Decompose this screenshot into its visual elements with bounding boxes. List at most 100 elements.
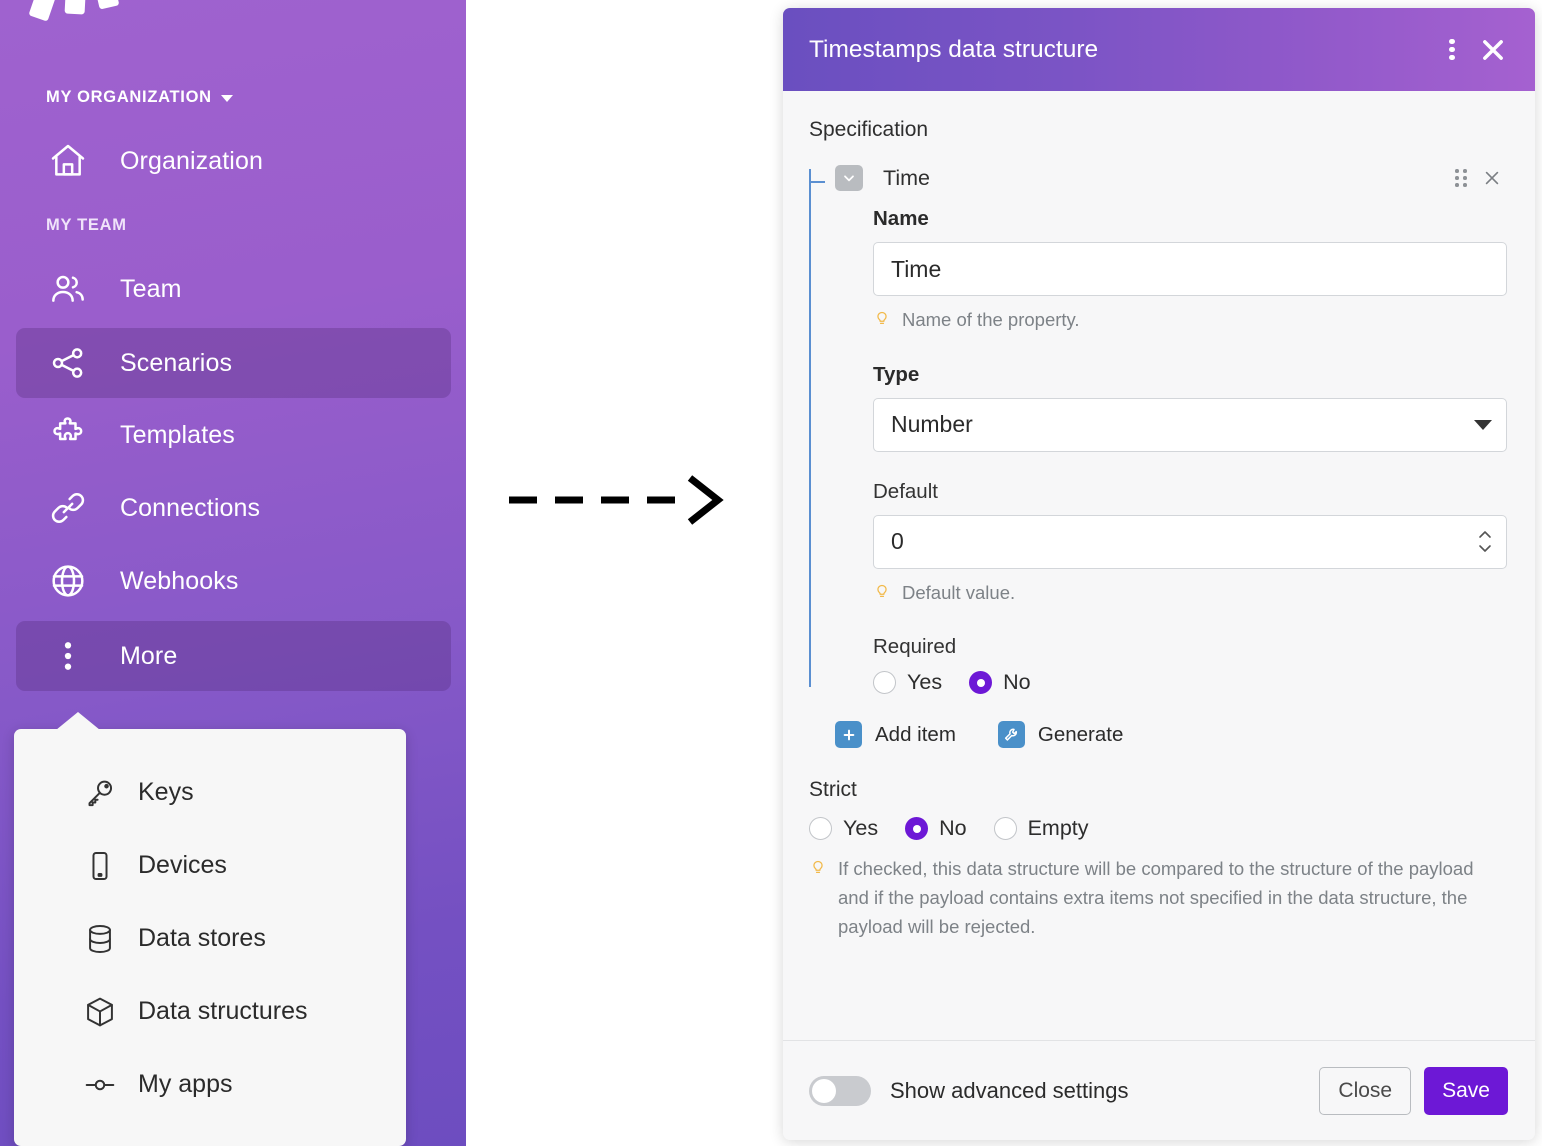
- menu-item-my-apps[interactable]: My apps: [14, 1048, 406, 1121]
- sidebar-item-label: Webhooks: [120, 566, 239, 595]
- required-option-label: No: [1003, 670, 1031, 695]
- sidebar-item-webhooks[interactable]: Webhooks: [16, 546, 451, 616]
- advanced-settings-toggle[interactable]: [809, 1075, 871, 1106]
- kebab-icon: [42, 636, 94, 676]
- default-field-label: Default: [873, 479, 938, 503]
- strict-hint-text: If checked, this data structure will be …: [838, 858, 1474, 937]
- strict-radio-group: Yes No Empty: [809, 816, 1507, 841]
- tree-connector-stub: [809, 181, 825, 183]
- chevron-down-icon: [220, 95, 233, 102]
- sidebar-item-organization[interactable]: Organization: [16, 126, 451, 196]
- link-icon: [42, 488, 94, 528]
- default-field-hint: Default value.: [873, 579, 1507, 608]
- spec-item-header: Time: [835, 161, 1507, 195]
- menu-item-label: Data stores: [138, 924, 266, 952]
- strict-label: Strict: [809, 778, 857, 802]
- strict-option-label: Empty: [1027, 816, 1089, 841]
- required-radio-group: Yes No: [873, 670, 1507, 695]
- close-button[interactable]: Close: [1319, 1066, 1412, 1115]
- menu-item-label: Devices: [138, 851, 227, 879]
- radio-circle-icon: [809, 817, 832, 841]
- organization-selector[interactable]: MY ORGANIZATION: [46, 88, 233, 107]
- menu-item-data-structures[interactable]: Data structures: [14, 975, 406, 1048]
- tree-connector-line: [809, 169, 811, 688]
- modal-title: Timestamps data structure: [809, 35, 1099, 63]
- required-option-yes[interactable]: Yes: [873, 670, 942, 695]
- sidebar-item-label: More: [120, 641, 178, 670]
- strict-option-yes[interactable]: Yes: [809, 816, 878, 841]
- sidebar-item-label: Scenarios: [120, 348, 233, 377]
- caret-down-icon: [1474, 419, 1492, 430]
- radio-circle-icon: [873, 671, 896, 695]
- key-icon: [72, 776, 128, 810]
- generate-button[interactable]: Generate: [997, 721, 1124, 749]
- plus-icon: [835, 721, 862, 749]
- spec-actions: Add item Generate: [809, 721, 1507, 749]
- chevron-down-icon[interactable]: [835, 165, 863, 191]
- required-option-label: Yes: [907, 670, 943, 695]
- radio-circle-selected-icon: [969, 671, 993, 695]
- wrench-icon: [997, 721, 1025, 749]
- name-input-value: Time: [891, 255, 942, 282]
- sidebar-item-label: Team: [120, 274, 182, 303]
- type-select-value: Number: [891, 411, 973, 438]
- menu-item-label: Data structures: [138, 997, 308, 1025]
- name-field-hint: Name of the property.: [873, 306, 1507, 335]
- modal-body: Specification Time Name Time Name of the…: [783, 91, 1535, 1040]
- organization-selector-label: MY ORGANIZATION: [46, 88, 212, 106]
- sidebar-item-more[interactable]: More: [16, 621, 451, 691]
- device-icon: [72, 849, 128, 883]
- popup-arrow: [56, 712, 100, 730]
- required-option-no[interactable]: No: [969, 670, 1031, 695]
- name-input[interactable]: Time: [873, 242, 1507, 296]
- node-icon: [72, 1068, 128, 1102]
- save-button[interactable]: Save: [1424, 1066, 1508, 1115]
- close-icon[interactable]: [1479, 36, 1507, 64]
- lightbulb-icon: [873, 581, 891, 606]
- modal-footer: Show advanced settings Close Save: [783, 1040, 1535, 1140]
- sidebar-item-label: Organization: [120, 146, 263, 175]
- globe-icon: [42, 561, 94, 601]
- default-field-hint-text: Default value.: [902, 581, 1016, 603]
- sidebar-item-scenarios[interactable]: Scenarios: [16, 328, 451, 398]
- home-icon: [42, 141, 94, 181]
- name-field-hint-text: Name of the property.: [902, 309, 1080, 330]
- strict-option-no[interactable]: No: [905, 816, 967, 841]
- generate-label: Generate: [1037, 722, 1124, 746]
- required-field-label: Required: [873, 635, 957, 659]
- cube-icon: [72, 995, 128, 1029]
- people-icon: [42, 269, 94, 309]
- radio-circle-selected-icon: [905, 817, 929, 841]
- sidebar-item-connections[interactable]: Connections: [16, 473, 451, 543]
- advanced-settings-label: Show advanced settings: [890, 1077, 1129, 1103]
- dashed-arrow-right-icon: [505, 470, 730, 535]
- strict-option-label: Yes: [843, 816, 879, 841]
- drag-handle-icon[interactable]: [1447, 169, 1477, 187]
- lightbulb-icon: [873, 308, 891, 333]
- specification-label: Specification: [809, 118, 929, 141]
- sidebar-item-team[interactable]: Team: [16, 254, 451, 324]
- type-select[interactable]: Number: [873, 397, 1507, 452]
- puzzle-icon: [42, 415, 94, 455]
- strict-option-empty[interactable]: Empty: [993, 816, 1089, 841]
- data-structure-modal: Timestamps data structure Specification: [783, 8, 1535, 1140]
- spinner-arrows-icon[interactable]: [1478, 530, 1492, 553]
- add-item-button[interactable]: Add item: [835, 721, 956, 749]
- remove-item-icon[interactable]: [1477, 168, 1507, 188]
- modal-header: Timestamps data structure: [783, 8, 1535, 91]
- sidebar-item-templates[interactable]: Templates: [16, 400, 451, 470]
- kebab-menu-icon[interactable]: [1439, 35, 1465, 65]
- type-field-label: Type: [873, 362, 920, 386]
- menu-item-data-stores[interactable]: Data stores: [14, 902, 406, 975]
- menu-item-devices[interactable]: Devices: [14, 829, 406, 902]
- spec-item-name: Time: [883, 165, 930, 190]
- default-input-value: 0: [891, 528, 904, 555]
- app-root: MY ORGANIZATION Organization MY TEAM Tea…: [0, 0, 1542, 1146]
- menu-item-keys[interactable]: Keys: [14, 756, 406, 829]
- default-input[interactable]: 0: [873, 514, 1507, 569]
- specification-tree: Time Name Time Name of the property. Typ…: [809, 161, 1507, 717]
- menu-item-label: Keys: [138, 778, 194, 806]
- sidebar-item-label: Templates: [120, 420, 235, 449]
- more-popup-menu: Keys Devices Data stores Data structures…: [14, 712, 406, 1146]
- strict-option-label: No: [939, 816, 967, 841]
